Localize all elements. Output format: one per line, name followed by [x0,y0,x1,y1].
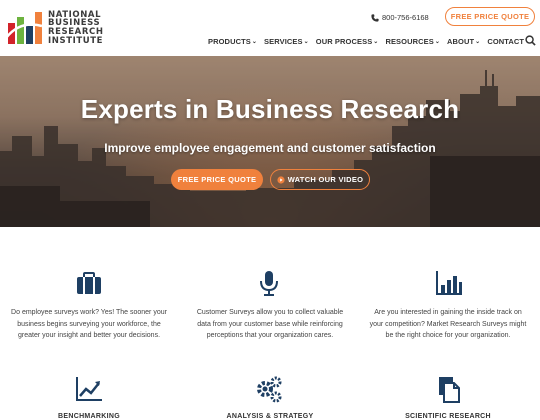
nav-item-resources[interactable]: RESOURCES ⌄ [385,37,440,46]
feature-line: Customer Surveys allow you to collect va… [196,309,344,316]
chevron-down-icon: ⌄ [434,39,440,45]
feature-line: Are you interested in gaining the inside… [374,309,522,316]
chevron-down-icon: ⌄ [303,39,309,45]
feature-description: Do employee surveys work? Yes! The soone… [3,307,175,342]
feature-line: perceptions that your organization cares… [206,332,334,339]
watch-video-label: WATCH OUR VIDEO [287,175,364,184]
feature-line: Do employee surveys work? Yes! The soone… [11,309,167,316]
service-label: SCIENTIFIC RESEARCH [405,413,491,420]
nav-item-about[interactable]: ABOUT ⌄ [447,37,480,46]
feature-line: be the right choice for your organizatio… [385,332,511,339]
play-circle-icon [277,175,285,184]
nav-item-our-process[interactable]: OUR PROCESS ⌄ [316,37,379,46]
feature-description: Are you interested in gaining the inside… [362,307,534,342]
feature-description: Customer Surveys allow you to collect va… [184,307,356,342]
logo-line: INSTITUTE [48,35,104,46]
phone-icon [371,13,379,22]
service-label: ANALYSIS & STRATEGY [226,413,314,420]
phone-link[interactable]: 800-756-6168 [371,13,429,22]
nav-item-label: CONTACT [487,37,525,46]
chevron-down-icon: ⌄ [251,39,258,45]
hero-section: Experts in Business Research Improve emp… [0,56,540,227]
nav-item-label: ABOUT [447,37,475,46]
documents-icon [439,377,460,403]
feature-line: business begins surveying your workforce… [17,320,161,328]
hero-title: Experts in Business Research [80,94,460,124]
chevron-down-icon: ⌄ [373,39,379,45]
line-chart-icon [76,377,102,401]
phone-number: 800-756-6168 [382,13,429,22]
nav-item-products[interactable]: PRODUCTS ⌄ [208,37,257,46]
logo[interactable]: NATIONAL BUSINESS RESEARCH INSTITUTE [6,10,104,46]
bar-chart-icon [436,271,462,295]
logo-text: NATIONAL BUSINESS RESEARCH INSTITUTE [48,11,104,45]
nav-item-services[interactable]: SERVICES ⌄ [264,37,309,46]
search-icon[interactable] [525,35,536,46]
hero-subtitle: Improve employee engagement and customer… [104,141,436,155]
nav-item-label: OUR PROCESS [315,37,373,46]
gears-icon [257,376,282,403]
nav-item-label: PRODUCTS [208,37,251,46]
hero-quote-button[interactable]: FREE PRICE QUOTE [171,169,263,190]
feature-line: data from your customer base while reinf… [197,320,343,328]
header-quote-button[interactable]: FREE PRICE QUOTE [445,7,535,26]
microphone-icon [260,271,278,296]
nav-item-contact[interactable]: CONTACT [487,37,524,46]
feature-line: greater your insight and better your dec… [17,332,161,339]
main-nav: PRODUCTS ⌄ SERVICES ⌄ OUR PROCESS ⌄ RESOURC… [208,37,531,46]
chevron-down-icon: ⌄ [475,39,481,45]
nav-item-label: SERVICES [264,37,303,46]
briefcase-icon [77,272,101,294]
service-label: BENCHMARKING [58,413,120,420]
feature-line: your competition? Market Research Survey… [369,320,527,328]
logo-mark-icon [6,12,43,44]
nav-item-label: RESOURCES [385,37,434,46]
site-header: NATIONAL BUSINESS RESEARCH INSTITUTE 800… [0,0,540,56]
watch-video-button[interactable]: WATCH OUR VIDEO [270,169,370,190]
